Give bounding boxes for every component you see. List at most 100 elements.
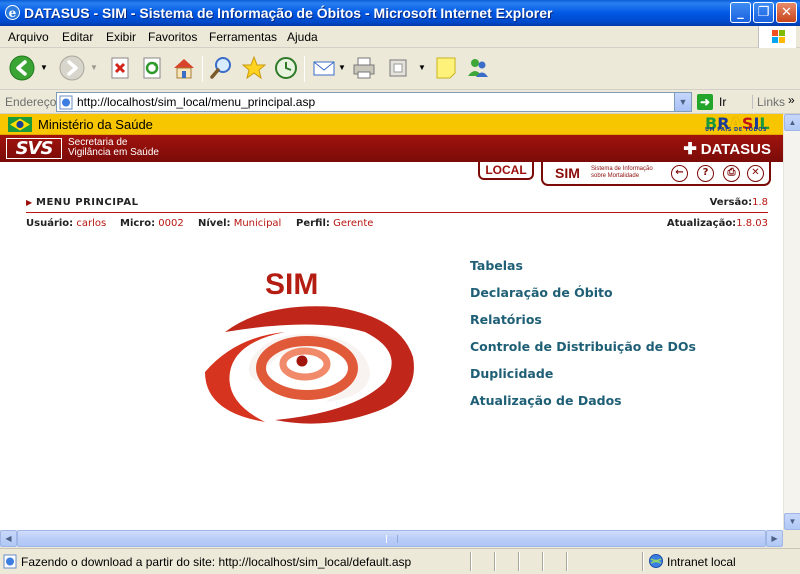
triangle-bullet-icon: ▶ bbox=[26, 198, 33, 207]
window-title: DATASUS - SIM - Sistema de Informação de… bbox=[24, 5, 553, 21]
menu-principal-title: MENU PRINCIPAL bbox=[36, 197, 139, 208]
horizontal-scroll-thumb[interactable] bbox=[17, 530, 766, 547]
ministerio-bar: Ministério da Saúde BRASIL UM PAÍS DE TO… bbox=[0, 114, 783, 135]
micro-info: Micro: 0002 bbox=[120, 218, 184, 229]
ministerio-label: Ministério da Saúde bbox=[38, 117, 153, 132]
menu-arquivo[interactable]: Arquivo bbox=[8, 30, 49, 44]
edit-dropdown-icon[interactable]: ▼ bbox=[418, 63, 426, 72]
go-arrow-icon[interactable]: ➜ bbox=[697, 94, 713, 110]
back-icon[interactable] bbox=[8, 54, 36, 82]
forward-icon[interactable] bbox=[58, 54, 86, 82]
go-button[interactable]: Ir bbox=[719, 95, 726, 109]
menu-favoritos[interactable]: Favoritos bbox=[148, 30, 197, 44]
address-dropdown-icon[interactable]: ▼ bbox=[674, 93, 691, 111]
messenger-icon[interactable] bbox=[464, 54, 492, 82]
menu-link-declaracao-de-obito[interactable]: Declaração de Óbito bbox=[470, 285, 613, 300]
refresh-icon[interactable] bbox=[138, 54, 166, 82]
vertical-scrollbar[interactable]: ▲ ▼ bbox=[783, 114, 800, 530]
home-icon[interactable] bbox=[170, 54, 198, 82]
status-bar: Fazendo o download a partir do site: htt… bbox=[0, 548, 800, 574]
sim-header-label: SIM bbox=[555, 165, 580, 181]
menu-link-atualizacao-de-dados[interactable]: Atualização de Dados bbox=[470, 393, 622, 408]
maximize-button[interactable]: ❐ bbox=[753, 2, 774, 23]
windows-flag-icon bbox=[758, 26, 796, 48]
mail-dropdown-icon[interactable]: ▼ bbox=[338, 63, 346, 72]
datasus-label: DATASUS bbox=[700, 141, 771, 158]
menu-link-duplicidade[interactable]: Duplicidade bbox=[470, 366, 553, 381]
sim-header-subtitle: Sistema de Informação sobre Mortalidade bbox=[591, 166, 653, 179]
close-button[interactable]: ✕ bbox=[776, 2, 797, 23]
datasus-cross-icon: ✚ bbox=[683, 141, 697, 158]
svs-bar: SVS Secretaria de Vigilância em Saúde ✚ D… bbox=[0, 135, 783, 162]
perfil-value: Gerente bbox=[333, 218, 374, 229]
discuss-note-icon[interactable] bbox=[432, 54, 460, 82]
status-divider bbox=[470, 552, 472, 571]
svs-title: Secretaria de Vigilância em Saúde bbox=[68, 138, 159, 158]
print-icon[interactable] bbox=[350, 54, 378, 82]
search-icon[interactable] bbox=[208, 54, 236, 82]
status-divider bbox=[494, 552, 496, 571]
maximize-icon: ❐ bbox=[757, 5, 770, 20]
minimize-button[interactable]: _ bbox=[730, 2, 751, 23]
favorites-star-icon[interactable] bbox=[240, 54, 268, 82]
menu-exibir[interactable]: Exibir bbox=[106, 30, 136, 44]
version-info: Versão:1.8 bbox=[710, 197, 768, 208]
toolbar: ▼ ▼ ▼ ▼ bbox=[0, 48, 800, 90]
menu-link-tabelas[interactable]: Tabelas bbox=[470, 258, 523, 273]
address-url: http://localhost/sim_local/menu_principa… bbox=[77, 95, 316, 109]
edit-icon[interactable] bbox=[384, 54, 412, 82]
brasil-logo: BRASIL UM PAÍS DE TODOS bbox=[705, 114, 770, 133]
intranet-globe-icon bbox=[649, 554, 663, 568]
nivel-info: Nível: Municipal bbox=[198, 218, 281, 229]
usuario-value: carlos bbox=[76, 218, 107, 229]
scroll-left-icon[interactable]: ◀ bbox=[0, 530, 17, 547]
forward-dropdown-icon[interactable]: ▼ bbox=[90, 63, 98, 72]
svs-logo: SVS bbox=[6, 138, 62, 159]
menu-principal-row: ▶ MENU PRINCIPAL Versão:1.8 bbox=[26, 196, 768, 212]
menu-link-relatorios[interactable]: Relatórios bbox=[470, 312, 542, 327]
nivel-label: Nível: bbox=[198, 218, 231, 229]
scroll-up-icon[interactable]: ▲ bbox=[784, 114, 800, 131]
help-icon[interactable]: ? bbox=[697, 165, 714, 182]
sim-logo-text: SIM bbox=[265, 268, 318, 301]
close-icon: ✕ bbox=[781, 5, 792, 20]
print-page-icon[interactable]: ⎙ bbox=[723, 165, 740, 182]
back-dropdown-icon[interactable]: ▼ bbox=[40, 63, 48, 72]
exit-icon[interactable]: ✕ bbox=[747, 165, 764, 182]
scroll-down-icon[interactable]: ▼ bbox=[784, 513, 800, 530]
toolbar-separator bbox=[202, 56, 203, 82]
menu-ferramentas[interactable]: Ferramentas bbox=[209, 30, 277, 44]
history-icon[interactable] bbox=[272, 54, 300, 82]
security-zone-label: Intranet local bbox=[667, 555, 736, 569]
loading-page-icon bbox=[3, 554, 17, 569]
title-bar[interactable]: e DATASUS - SIM - Sistema de Informação … bbox=[0, 0, 800, 26]
address-label: Endereço bbox=[5, 95, 57, 109]
svs-line-2: Vigilância em Saúde bbox=[68, 147, 159, 158]
status-divider bbox=[642, 552, 644, 571]
scroll-corner bbox=[783, 530, 800, 547]
status-divider bbox=[518, 552, 520, 571]
links-chevron-icon[interactable]: » bbox=[788, 93, 795, 107]
ie-logo-icon: e bbox=[5, 5, 20, 20]
sim-header-box: SIM Sistema de Informação sobre Mortalid… bbox=[541, 162, 771, 186]
back-arrow-icon[interactable]: ← bbox=[671, 165, 688, 182]
menu-link-controle-distribuicao[interactable]: Controle de Distribuição de DOs bbox=[470, 339, 696, 354]
sim-logo: SIM bbox=[205, 268, 414, 424]
stop-icon[interactable] bbox=[106, 54, 134, 82]
brazil-flag-icon bbox=[8, 117, 32, 132]
usuario-label: Usuário: bbox=[26, 218, 74, 229]
nivel-value: Municipal bbox=[233, 218, 282, 229]
mail-icon[interactable] bbox=[310, 54, 338, 82]
links-label[interactable]: Links bbox=[752, 95, 785, 109]
horizontal-scrollbar[interactable]: ◀ ▶ bbox=[0, 530, 783, 547]
version-label: Versão: bbox=[709, 197, 753, 208]
page-icon bbox=[59, 95, 73, 110]
user-info-row: Usuário: carlos Micro: 0002 Nível: Munic… bbox=[26, 218, 768, 234]
menu-editar[interactable]: Editar bbox=[62, 30, 93, 44]
menu-ajuda[interactable]: Ajuda bbox=[287, 30, 318, 44]
brasil-tagline: UM PAÍS DE TODOS bbox=[705, 127, 768, 133]
divider bbox=[26, 212, 768, 213]
address-input[interactable]: http://localhost/sim_local/menu_principa… bbox=[56, 92, 692, 112]
address-bar: Endereço http://localhost/sim_local/menu… bbox=[0, 90, 800, 114]
scroll-right-icon[interactable]: ▶ bbox=[766, 530, 783, 547]
